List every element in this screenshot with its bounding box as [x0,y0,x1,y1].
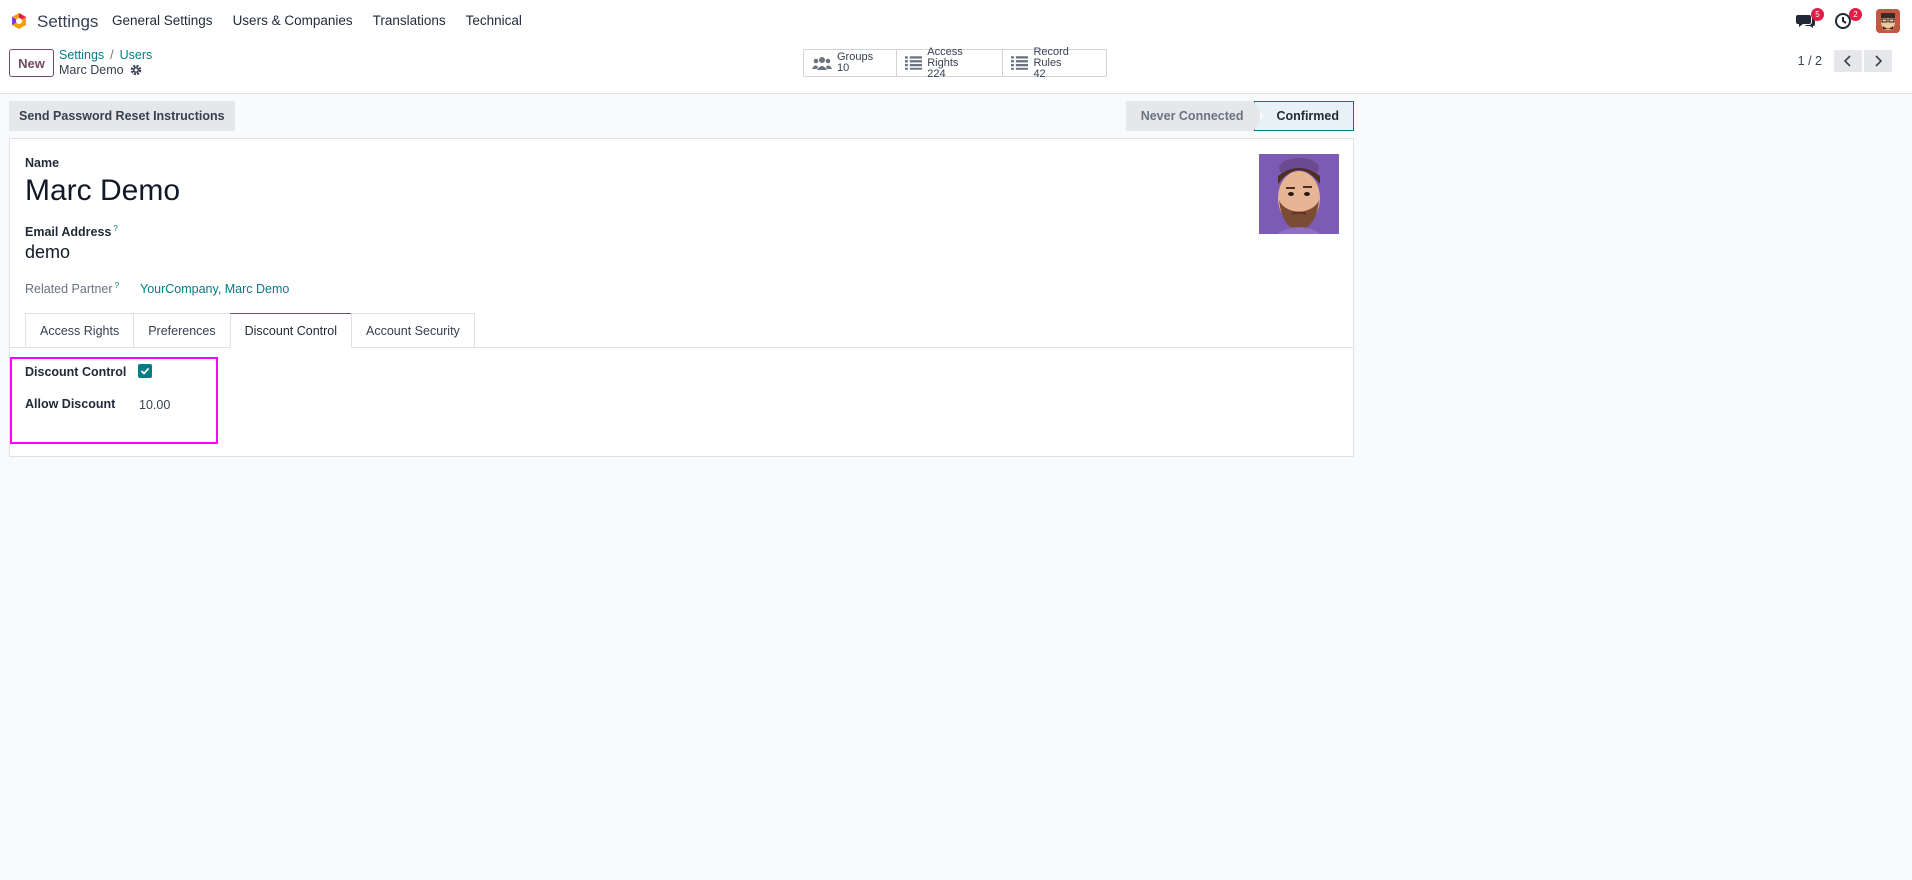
name-label: Name [25,156,60,170]
gear-icon[interactable] [130,64,142,76]
top-navbar: Settings General Settings Users & Compan… [0,0,1912,42]
status-stages: Never Connected Confirmed [1125,101,1354,131]
checkmark-icon [140,367,150,375]
stage-never-connected: Never Connected [1125,101,1260,131]
record-rules-smart-button[interactable]: Record Rules 42 [1003,45,1106,79]
tab-access-rights[interactable]: Access Rights [25,313,134,348]
chevron-left-icon [1843,55,1851,67]
email-label: Email Address? [25,224,118,239]
tab-discount-control[interactable]: Discount Control [229,313,352,348]
list-icon [1011,56,1029,70]
tab-account-security[interactable]: Account Security [351,313,475,348]
menu-translations[interactable]: Translations [373,13,446,28]
access-rights-smart-button[interactable]: Access Rights 224 [897,45,1003,79]
email-label-text: Email Address [25,225,112,240]
breadcrumb-settings[interactable]: Settings [59,48,104,62]
record-rules-count: 42 [1033,67,1046,80]
app-name[interactable]: Settings [37,12,98,32]
smart-buttons: Groups 10 Access Rights 224 Record Rules 42 [803,45,1107,79]
tab-preferences[interactable]: Preferences [133,313,230,348]
discount-control-checkbox[interactable] [138,364,152,378]
list-icon [905,56,923,70]
users-icon [812,57,832,70]
new-button[interactable]: New [9,49,54,77]
form-statusbar: Send Password Reset Instructions Never C… [9,101,1354,131]
activities-badge: 2 [1849,8,1862,21]
messages-badge: 5 [1811,8,1824,21]
related-partner-link[interactable]: YourCompany, Marc Demo [140,282,289,296]
pager-value[interactable]: 1 / 2 [1798,54,1822,68]
breadcrumb-users[interactable]: Users [120,48,153,62]
notebook-tabs: Access Rights Preferences Discount Contr… [25,313,475,348]
send-password-reset-button[interactable]: Send Password Reset Instructions [9,101,235,131]
app-logo-icon[interactable] [10,12,28,30]
user-avatar[interactable] [1876,9,1900,33]
activities-button[interactable]: 2 [1834,8,1862,30]
related-partner-label: Related Partner? [25,281,119,296]
groups-count: 10 [837,62,850,74]
email-field[interactable]: demo [25,242,70,263]
user-photo-icon [1259,154,1339,234]
discount-control-label: Discount Control [25,365,127,379]
pager-previous-button[interactable] [1834,50,1862,72]
record-name: Marc Demo [59,63,124,77]
access-rights-count: 224 [927,67,946,80]
main-menu: General Settings Users & Companies Trans… [112,13,542,28]
menu-users-companies[interactable]: Users & Companies [233,13,353,28]
user-photo[interactable] [1259,154,1339,234]
record-title: Marc Demo [59,63,142,77]
breadcrumb: Settings / Users [59,48,152,62]
record-rules-label: Record Rules [1033,45,1069,69]
stage-confirmed: Confirmed [1253,101,1354,131]
access-rights-label: Access Rights [927,45,963,69]
chevron-right-icon [1875,55,1883,67]
form-sheet: Name Marc Demo Email Address? demo Relat… [9,138,1354,457]
pager-next-button[interactable] [1864,50,1892,72]
groups-smart-button[interactable]: Groups 10 [804,50,897,76]
messages-button[interactable]: 5 [1796,8,1824,30]
control-panel: New Settings / Users Marc Demo Groups10 [0,42,1912,94]
pager: 1 / 2 [1798,50,1892,72]
menu-technical[interactable]: Technical [466,13,522,28]
related-partner-label-text: Related Partner [25,282,113,297]
breadcrumb-separator: / [110,48,114,62]
partner-help-icon[interactable]: ? [115,281,119,290]
email-help-icon[interactable]: ? [113,224,117,233]
allow-discount-field[interactable]: 10.00 [139,398,170,412]
name-field[interactable]: Marc Demo [25,174,180,208]
user-avatar-icon [1876,9,1900,33]
allow-discount-label: Allow Discount [25,397,116,411]
menu-general-settings[interactable]: General Settings [112,13,213,28]
